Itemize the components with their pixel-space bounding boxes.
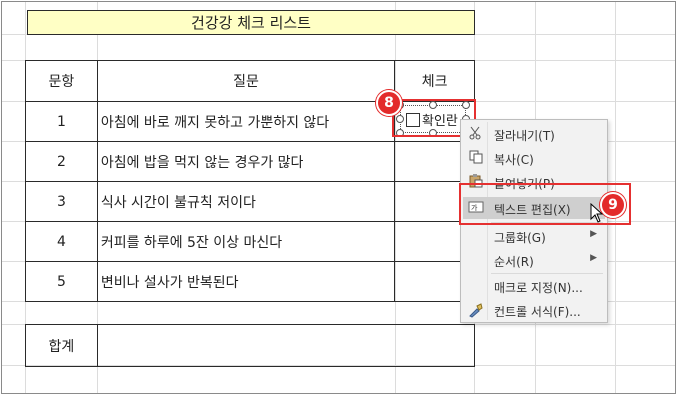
header-no[interactable]: 문항 [25, 60, 98, 102]
menu-item-cut[interactable]: 잘라내기(T) [463, 123, 605, 145]
menu-item-label: 순서(R) [494, 255, 534, 269]
row-no[interactable]: 3 [25, 181, 98, 222]
row-question[interactable]: 아침에 밥을 먹지 않는 경우가 많다 [96, 141, 396, 182]
menu-item-label: 컨트롤 서식(F)... [494, 305, 581, 319]
mouse-cursor-icon [590, 203, 604, 223]
row-no[interactable]: 4 [25, 221, 98, 262]
header-question[interactable]: 질문 [96, 60, 396, 102]
row-question[interactable]: 식사 시간이 불규칙 저이다 [96, 181, 396, 222]
header-check[interactable]: 체크 [394, 60, 475, 102]
row-no[interactable]: 2 [25, 141, 98, 182]
menu-item-label: 복사(C) [494, 153, 534, 167]
submenu-arrow-icon: ▶ [590, 253, 597, 263]
scissors-icon [468, 126, 484, 142]
row-question[interactable]: 아침에 바로 깨지 못하고 가뿐하지 않다 [96, 101, 396, 142]
row-no[interactable]: 1 [25, 101, 98, 142]
step-badge-8: 8 [376, 90, 402, 116]
menu-item-label: 그룹화(G) [494, 231, 546, 245]
menu-item-order[interactable]: 순서(R) ▶ [463, 249, 605, 271]
copy-icon [468, 150, 484, 166]
menu-item-label: 잘라내기(T) [494, 129, 555, 143]
total-value-cell[interactable] [96, 324, 476, 367]
menu-item-assign-macro[interactable]: 매크로 지정(N)... [463, 275, 605, 297]
menu-item-group[interactable]: 그룹화(G) ▶ [463, 225, 605, 247]
row-question[interactable]: 커피를 하루에 5잔 이상 마신다 [96, 221, 396, 262]
menu-item-copy[interactable]: 복사(C) [463, 147, 605, 169]
row-question[interactable]: 변비나 설사가 반복된다 [96, 261, 396, 302]
format-control-icon [468, 302, 484, 318]
submenu-arrow-icon: ▶ [590, 229, 597, 239]
menu-item-label: 매크로 지정(N)... [494, 281, 583, 295]
total-label[interactable]: 합계 [25, 324, 98, 367]
total-table: 합계 [25, 324, 476, 367]
checklist-title[interactable]: 건강강 체크 리스트 [27, 10, 475, 35]
spreadsheet-area[interactable]: 건강강 체크 리스트 문항 질문 체크 1 아침에 바로 깨지 못하고 가뿐하지… [1, 1, 676, 394]
checklist-table: 문항 질문 체크 1 아침에 바로 깨지 못하고 가뿐하지 않다 2 아침에 밥… [25, 60, 475, 302]
row-no[interactable]: 5 [25, 261, 98, 302]
menu-separator [491, 273, 603, 274]
menu-item-format-control[interactable]: 컨트롤 서식(F)... [463, 299, 605, 321]
